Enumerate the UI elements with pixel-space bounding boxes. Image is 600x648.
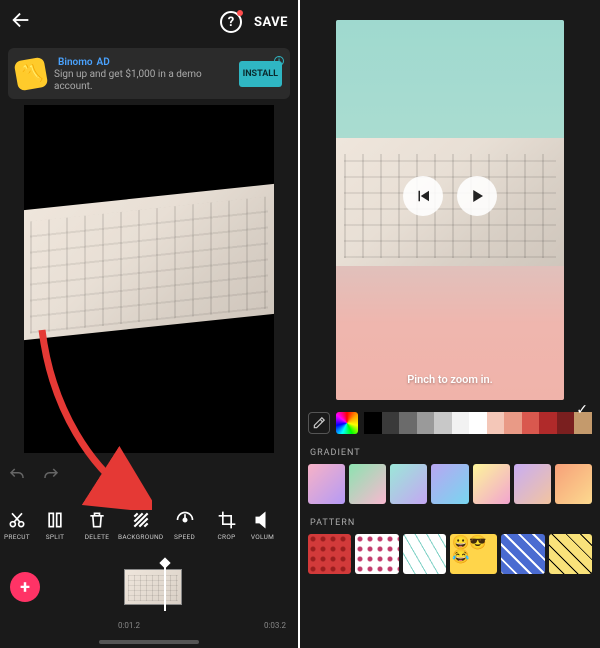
- time-current: 0:01.2: [118, 621, 140, 630]
- gradient-swatch[interactable]: [555, 464, 592, 504]
- time-indicators: 0:01.2 0:03.2: [0, 621, 298, 630]
- color-swatch[interactable]: [522, 412, 540, 434]
- tool-background[interactable]: BACKGROUND: [118, 510, 164, 541]
- tool-precut[interactable]: PRECUT: [0, 510, 34, 541]
- playhead[interactable]: [164, 563, 166, 611]
- color-swatch[interactable]: [487, 412, 505, 434]
- pattern-row: 😀😎😂: [300, 534, 600, 582]
- help-icon[interactable]: ?: [220, 11, 242, 33]
- tool-crop[interactable]: CROP: [206, 510, 248, 541]
- ad-text: Binomo AD Sign up and get $1,000 in a dem…: [54, 54, 231, 93]
- tool-split[interactable]: SPLIT: [34, 510, 76, 541]
- pattern-section-label: PATTERN: [310, 518, 600, 528]
- color-swatch[interactable]: [434, 412, 452, 434]
- gradient-row: [300, 464, 600, 504]
- color-swatch[interactable]: [399, 412, 417, 434]
- gradient-section-label: GRADIENT: [310, 448, 600, 458]
- play-button[interactable]: [457, 176, 497, 216]
- notification-dot-icon: [237, 10, 243, 16]
- timeline-track[interactable]: [50, 567, 298, 607]
- gradient-swatch[interactable]: [390, 464, 427, 504]
- color-swatch-strip: ✓: [364, 412, 592, 434]
- ad-info-icon[interactable]: i: [274, 56, 284, 66]
- gradient-swatch[interactable]: [514, 464, 551, 504]
- add-clip-button[interactable]: +: [10, 572, 40, 602]
- eyedropper-button[interactable]: [308, 412, 330, 434]
- undo-icon[interactable]: [8, 466, 26, 488]
- color-swatch[interactable]: [469, 412, 487, 434]
- gradient-swatch[interactable]: [349, 464, 386, 504]
- editor-main-pane: ? SAVE 〽️ Binomo AD Sign up and get $1,00…: [0, 0, 300, 648]
- redo-icon[interactable]: [42, 466, 60, 488]
- color-swatch[interactable]: [417, 412, 435, 434]
- color-swatch[interactable]: [504, 412, 522, 434]
- pattern-swatch[interactable]: [308, 534, 351, 574]
- ad-banner[interactable]: 〽️ Binomo AD Sign up and get $1,000 in a …: [8, 48, 290, 99]
- skip-previous-button[interactable]: [403, 176, 443, 216]
- video-frame-content: [24, 184, 274, 340]
- ad-app-icon: 〽️: [14, 56, 49, 91]
- undo-redo-group: [8, 466, 60, 488]
- pattern-swatch[interactable]: 😀😎😂: [450, 534, 497, 574]
- color-swatch[interactable]: [539, 412, 557, 434]
- hint-text: Pinch to zoom in.: [336, 373, 564, 386]
- gradient-swatch[interactable]: [308, 464, 345, 504]
- background-picker-pane: Pinch to zoom in. ✓ GRADIENT PATTERN 😀😎😂: [300, 0, 600, 648]
- color-swatch[interactable]: [382, 412, 400, 434]
- timeline[interactable]: +: [0, 560, 298, 614]
- gradient-swatch[interactable]: [431, 464, 468, 504]
- ad-subtitle: Sign up and get $1,000 in a demo account…: [54, 69, 231, 93]
- tool-speed[interactable]: SPEED: [164, 510, 206, 541]
- back-arrow-icon[interactable]: [10, 9, 32, 35]
- clip-thumbnail[interactable]: [124, 569, 182, 605]
- video-preview[interactable]: [24, 105, 274, 453]
- nav-pill-icon: [99, 640, 199, 644]
- checkmark-icon: ✓: [576, 402, 588, 418]
- pattern-swatch[interactable]: [549, 534, 592, 574]
- gradient-swatch[interactable]: [473, 464, 510, 504]
- pattern-swatch[interactable]: [355, 534, 398, 574]
- background-preview[interactable]: Pinch to zoom in.: [336, 20, 564, 400]
- top-bar: ? SAVE: [0, 0, 298, 44]
- ad-brand: Binomo: [58, 57, 93, 68]
- pattern-swatch[interactable]: [501, 534, 544, 574]
- editor-toolbar: PRECUT SPLIT DELETE BACKGROUND SPEED CRO…: [0, 498, 298, 552]
- time-total: 0:03.2: [264, 621, 286, 630]
- tool-volume[interactable]: VOLUM: [248, 510, 278, 541]
- color-swatch[interactable]: [364, 412, 382, 434]
- save-button[interactable]: SAVE: [254, 15, 288, 30]
- color-wheel-button[interactable]: [336, 412, 358, 434]
- pattern-swatch[interactable]: [403, 534, 446, 574]
- color-swatch[interactable]: [452, 412, 470, 434]
- ad-tag: AD: [97, 57, 110, 68]
- tool-delete[interactable]: DELETE: [76, 510, 118, 541]
- color-swatch[interactable]: [557, 412, 575, 434]
- ad-install-button[interactable]: INSTALL i: [239, 61, 282, 87]
- playback-controls: [336, 176, 564, 216]
- solid-color-row: ✓: [308, 412, 592, 434]
